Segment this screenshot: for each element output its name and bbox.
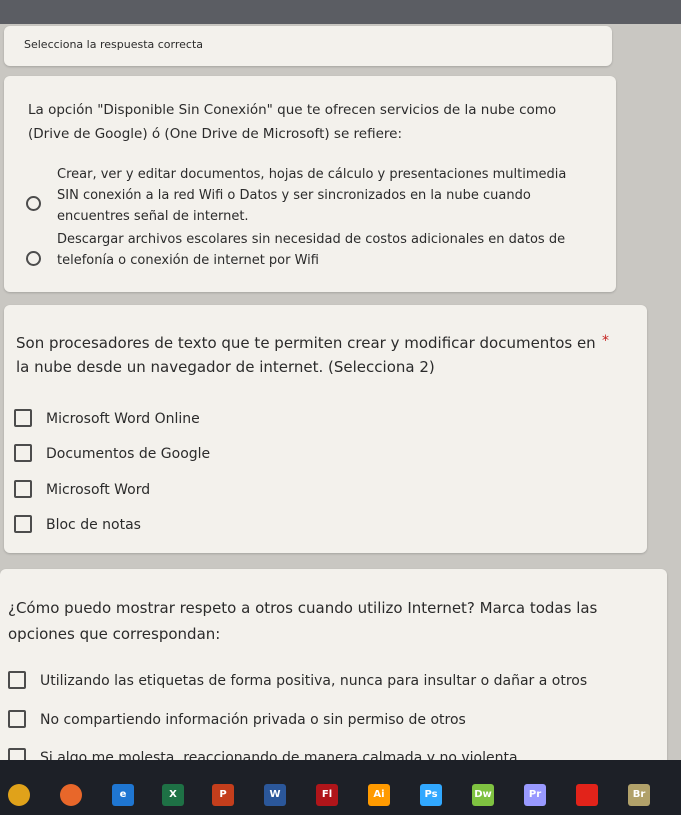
option-label: Documentos de Google (46, 446, 211, 462)
radio-button[interactable] (26, 196, 41, 211)
option-label: Bloc de notas (46, 517, 141, 533)
flash-icon[interactable]: Fl (316, 784, 338, 806)
question-2-text: Son procesadores de texto que te permite… (16, 334, 596, 376)
chrome-icon[interactable] (8, 784, 30, 806)
option-label: Crear, ver y editar documentos, hojas de… (57, 167, 567, 224)
question-3-text: ¿Cómo puedo mostrar respeto a otros cuan… (8, 599, 598, 643)
question-2-option-3[interactable]: Microsoft Word (14, 480, 150, 500)
browser-top-bar (0, 0, 681, 24)
checkbox[interactable] (8, 710, 26, 728)
question-1-option-2[interactable]: Descargar archivos escolares sin necesid… (26, 229, 601, 271)
radio-button[interactable] (26, 251, 41, 266)
excel-icon[interactable]: X (162, 784, 184, 806)
option-label: Microsoft Word Online (46, 411, 200, 427)
firefox-icon[interactable] (60, 784, 82, 806)
checkbox[interactable] (14, 515, 32, 533)
question-3-option-2[interactable]: No compartiendo información privada o si… (8, 710, 466, 730)
option-label: Descargar archivos escolares sin necesid… (57, 232, 566, 268)
question-1-option-1[interactable]: Crear, ver y editar documentos, hojas de… (26, 164, 601, 227)
acrobat-icon[interactable] (576, 784, 598, 806)
required-asterisk: * (602, 333, 609, 349)
question-1-text: La opción "Disponible Sin Conexión" que … (28, 102, 557, 142)
option-label: Microsoft Word (46, 482, 151, 498)
bridge-icon[interactable]: Br (628, 784, 650, 806)
question-2-option-1[interactable]: Microsoft Word Online (14, 409, 200, 429)
dreamweaver-icon[interactable]: Dw (472, 784, 494, 806)
edge-icon[interactable]: e (112, 784, 134, 806)
photoshop-icon[interactable]: Ps (420, 784, 442, 806)
checkbox[interactable] (14, 480, 32, 498)
checkbox[interactable] (14, 444, 32, 462)
checkbox[interactable] (8, 671, 26, 689)
illustrator-icon[interactable]: Ai (368, 784, 390, 806)
question-card-1: La opción "Disponible Sin Conexión" que … (4, 76, 616, 292)
question-card-3: ¿Cómo puedo mostrar respeto a otros cuan… (0, 569, 667, 769)
checkbox[interactable] (14, 409, 32, 427)
premiere-icon[interactable]: Pr (524, 784, 546, 806)
form-header-card: Selecciona la respuesta correcta (4, 26, 612, 66)
form-instruction: Selecciona la respuesta correcta (24, 38, 203, 51)
option-label: Utilizando las etiquetas de forma positi… (40, 673, 588, 689)
option-label: No compartiendo información privada o si… (40, 712, 466, 728)
question-2-option-4[interactable]: Bloc de notas (14, 515, 141, 535)
question-3-option-1[interactable]: Utilizando las etiquetas de forma positi… (8, 671, 587, 691)
powerpoint-icon[interactable]: P (212, 784, 234, 806)
question-2-option-2[interactable]: Documentos de Google (14, 444, 210, 464)
word-icon[interactable]: W (264, 784, 286, 806)
question-card-2: Son procesadores de texto que te permite… (4, 305, 647, 553)
